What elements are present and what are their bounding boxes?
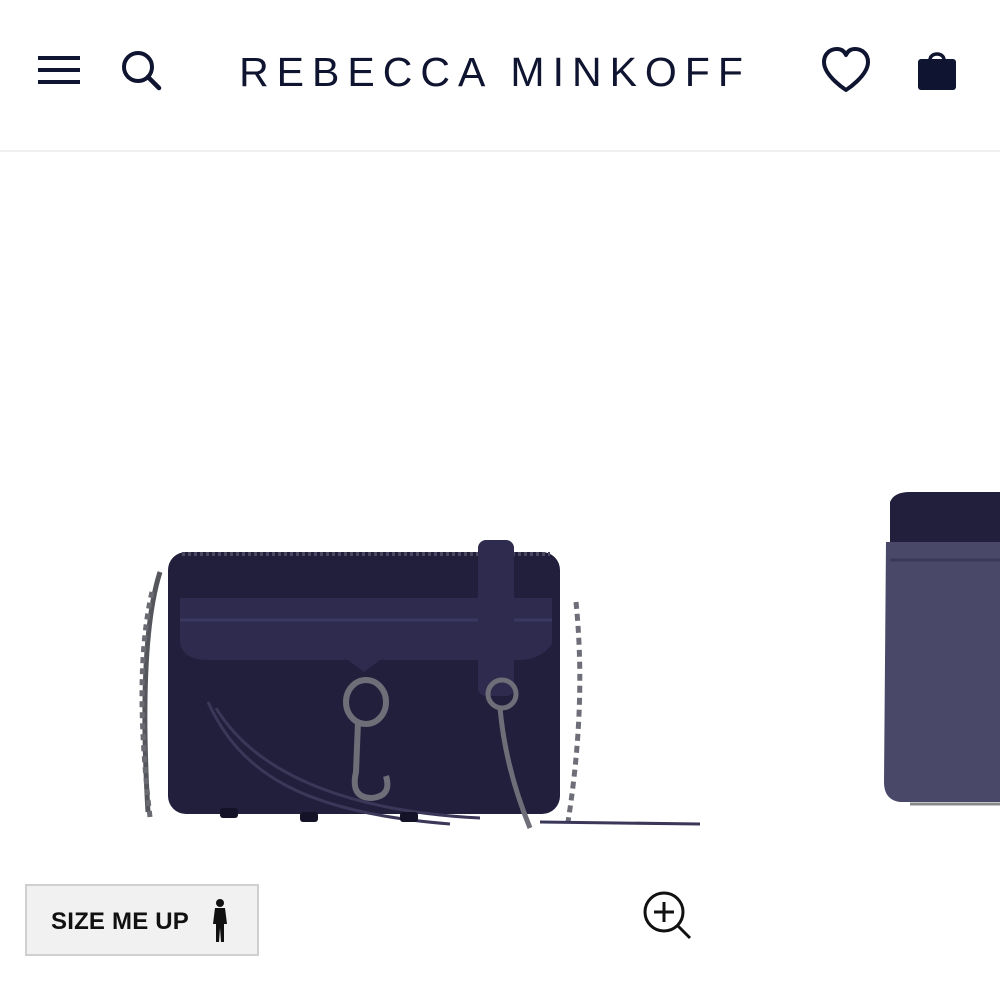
wishlist-button[interactable] xyxy=(820,46,872,94)
menu-button[interactable] xyxy=(36,50,84,90)
site-header: REBECCA MINKOFF xyxy=(0,0,1000,152)
hamburger-menu-icon xyxy=(38,56,80,84)
shopping-bag-button[interactable] xyxy=(912,46,962,94)
brand-logo[interactable]: REBECCA MINKOFF xyxy=(215,44,775,100)
shopping-bag-icon xyxy=(918,52,956,90)
next-product-image-preview[interactable] xyxy=(870,482,1000,822)
person-silhouette-icon xyxy=(213,899,227,942)
heart-icon xyxy=(822,47,870,92)
size-me-up-button[interactable]: SIZE ME UP xyxy=(25,884,259,956)
product-image-gallery[interactable] xyxy=(0,152,1000,1000)
search-icon xyxy=(122,51,162,91)
product-image-crossbody-bag[interactable] xyxy=(120,532,720,852)
size-me-up-label: SIZE ME UP xyxy=(51,908,190,935)
left-chain-strap xyxy=(139,571,163,818)
zoom-in-icon xyxy=(643,891,692,940)
zoom-button[interactable] xyxy=(640,888,694,942)
search-button[interactable] xyxy=(118,47,164,93)
